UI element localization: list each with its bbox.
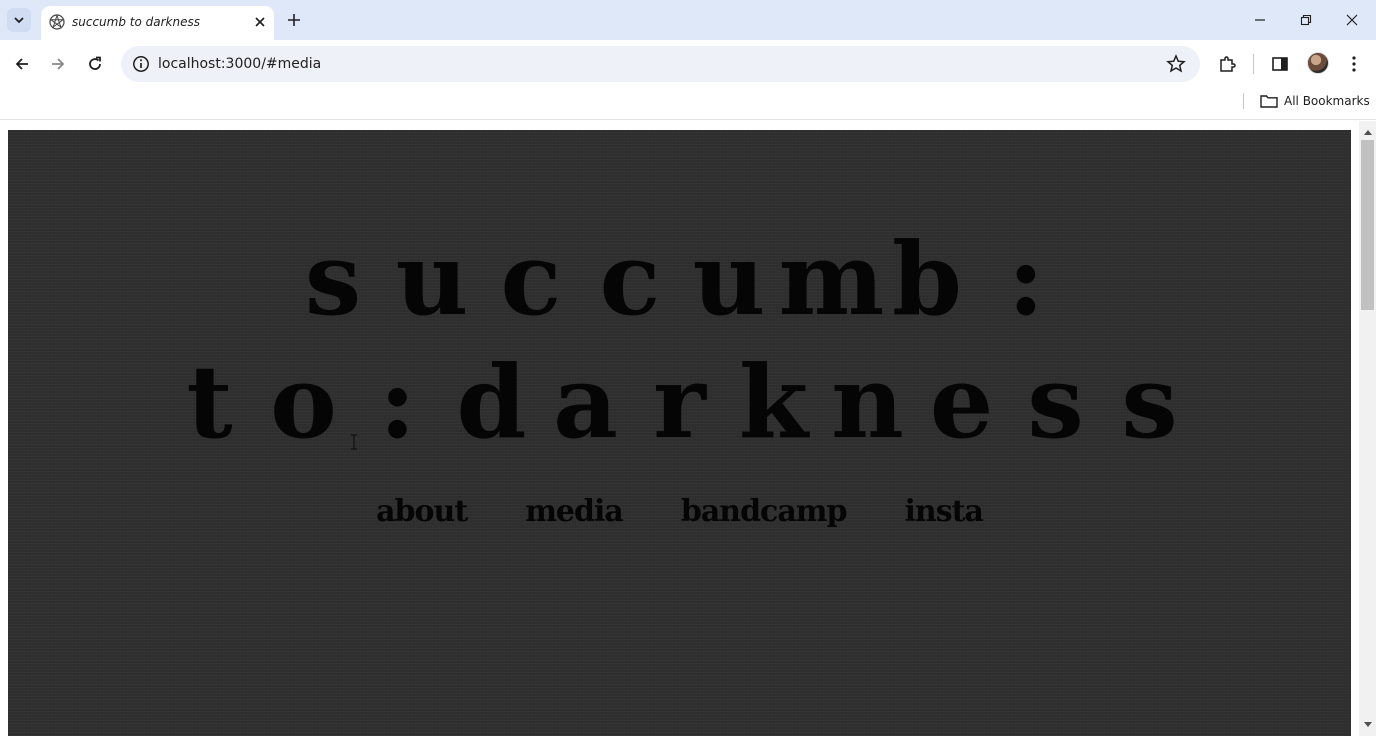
nav-link-about[interactable]: about [376,494,468,529]
title-letter: e [929,343,994,461]
nav-link-bandcamp[interactable]: bandcamp [681,494,848,529]
pentagram-icon [49,14,65,30]
side-panel-icon [1272,57,1288,71]
title-letter: s [1121,343,1178,461]
active-tab[interactable]: succumb to darkness [41,6,274,40]
chevron-down-icon [14,17,24,24]
title-letter: m [778,220,885,338]
address-bar[interactable]: localhost:3000/#media [121,46,1200,82]
all-bookmarks-label: All Bookmarks [1284,94,1370,108]
page-body-margin [0,121,8,736]
bookmark-star-icon[interactable] [1166,54,1186,74]
title-letter: s [1027,343,1084,461]
forward-button[interactable] [46,52,70,76]
tab-strip: succumb to darkness [0,0,1376,40]
nav-link-insta[interactable]: insta [904,494,983,529]
puzzle-icon [1220,56,1236,72]
menu-button[interactable] [1342,52,1366,76]
page-viewport: s u c c u m b : t o : d a r k n e s s ab… [8,130,1351,736]
title-letter: : [1007,220,1045,338]
close-icon [255,17,265,27]
page-scrollbar[interactable] [1359,121,1376,736]
main-nav: about media bandcamp insta [8,494,1351,529]
browser-toolbar: localhost:3000/#media [0,40,1376,88]
reload-icon [89,56,101,70]
nav-link-media[interactable]: media [525,494,624,529]
title-letter: b [892,220,962,338]
scroll-up-button[interactable] [1359,126,1376,138]
scroll-down-arrow-icon [1363,721,1372,727]
minimize-icon [1255,19,1265,21]
site-info-icon[interactable] [132,55,150,73]
arrow-left-icon [15,58,28,70]
title-letter: c [599,220,661,338]
minimize-button[interactable] [1248,8,1272,32]
title-letter: k [738,343,809,461]
folder-icon [1260,95,1278,108]
site-title-line-2: t o : d a r k n e s s [8,343,1351,461]
title-letter: u [395,220,469,338]
extensions-button[interactable] [1215,52,1239,76]
profile-avatar[interactable] [1307,52,1329,74]
text-cursor-icon [351,434,357,450]
bookmarks-bar: All Bookmarks [0,88,1376,120]
title-letter: : [379,343,416,461]
side-panel-button[interactable] [1268,52,1292,76]
bookmarks-divider [1243,93,1244,109]
back-button[interactable] [10,52,34,76]
arrow-right-icon [52,58,65,70]
more-vertical-icon [1352,56,1356,72]
title-letter: s [304,220,362,338]
tab-close-button[interactable] [251,13,269,31]
site-title-line-1: s u c c u m b : [8,220,1351,338]
close-window-button[interactable] [1340,8,1364,32]
all-bookmarks-button[interactable]: All Bookmarks [1260,92,1370,110]
tab-search-button[interactable] [7,8,31,32]
title-letter: d [456,343,527,461]
title-letter: a [553,343,618,461]
title-letter: c [500,220,562,338]
scroll-down-button[interactable] [1359,718,1376,730]
plus-icon [288,14,300,26]
restore-icon [1300,14,1312,26]
scroll-up-arrow-icon [1363,129,1372,135]
scrollbar-thumb[interactable] [1361,140,1374,310]
title-letter: u [692,220,766,338]
reload-button[interactable] [83,52,107,76]
title-letter: r [653,343,706,461]
restore-button[interactable] [1294,8,1318,32]
title-letter: o [270,343,337,461]
url-text[interactable]: localhost:3000/#media [158,56,321,72]
new-tab-button[interactable] [284,10,304,30]
tab-title: succumb to darkness [72,15,200,29]
title-letter: n [831,343,904,461]
close-icon [1346,14,1358,26]
title-letter: t [186,343,233,461]
toolbar-divider [1253,54,1254,74]
